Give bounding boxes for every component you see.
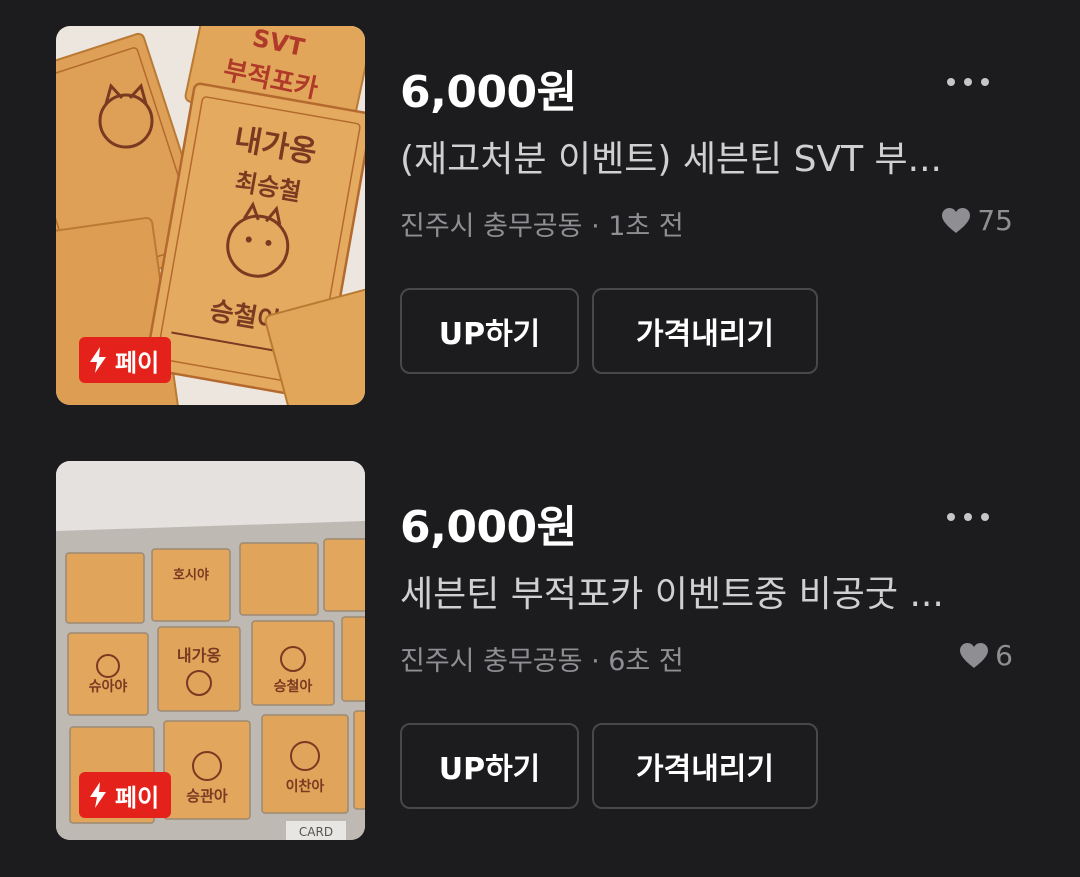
- product-thumbnail[interactable]: SVT 부적포카 내가옹 최승철 승철아 페이: [56, 26, 365, 405]
- pay-badge-label: 페이: [115, 783, 160, 812]
- thumb-text: 승철아: [274, 678, 313, 695]
- product-meta: 진주시 충무공동 · 6초 전: [400, 639, 684, 678]
- likes-count: 75: [941, 204, 1013, 237]
- more-dots-icon: [947, 513, 955, 521]
- more-dots-icon: [981, 513, 989, 521]
- lightning-bolt-icon: [90, 782, 106, 808]
- thumb-text: 내가옹: [177, 646, 221, 665]
- meta-separator: ·: [591, 211, 600, 242]
- more-options-button[interactable]: [936, 70, 1000, 94]
- meta-separator: ·: [591, 646, 600, 677]
- pay-badge-label: 페이: [115, 348, 160, 377]
- thumb-text: 승관아: [186, 787, 228, 805]
- thumb-text: 슈아야: [89, 678, 128, 695]
- thumb-text: 이찬아: [286, 778, 325, 795]
- likes-count: 6: [959, 639, 1013, 672]
- heart-icon: [942, 208, 971, 233]
- thumb-text: 호시야: [173, 567, 209, 583]
- pay-badge: 페이: [79, 337, 172, 383]
- more-options-button[interactable]: [936, 505, 1000, 529]
- product-listing[interactable]: 호시야 내가옹 승철아 슈아야 승관아 이찬아 CARD 페이 6,000원 세…: [0, 461, 1080, 841]
- product-location: 진주시 충무공동: [400, 646, 583, 677]
- product-title[interactable]: 세븐틴 부적포카 이벤트중 비공굿 ...: [400, 565, 1000, 617]
- likes-value: 75: [977, 204, 1013, 237]
- product-time: 1초 전: [608, 211, 684, 242]
- product-price: 6,000원: [400, 502, 577, 553]
- product-price: 6,000원: [400, 67, 577, 118]
- more-dots-icon: [981, 78, 989, 86]
- price-down-button[interactable]: 가격내리기: [592, 288, 818, 374]
- heart-icon: [960, 643, 989, 668]
- product-meta: 진주시 충무공동 · 1초 전: [400, 204, 684, 243]
- product-thumbnail[interactable]: 호시야 내가옹 승철아 슈아야 승관아 이찬아 CARD 페이: [56, 461, 365, 840]
- likes-value: 6: [995, 639, 1013, 672]
- thumb-text: CARD: [299, 825, 333, 839]
- lightning-bolt-icon: [90, 347, 106, 373]
- product-time: 6초 전: [608, 646, 684, 677]
- up-button[interactable]: UP하기: [400, 723, 579, 809]
- price-down-button[interactable]: 가격내리기: [592, 723, 818, 809]
- pay-badge: 페이: [79, 772, 172, 818]
- up-button[interactable]: UP하기: [400, 288, 579, 374]
- product-title[interactable]: (재고처분 이벤트) 세븐틴 SVT 부...: [400, 130, 1000, 182]
- more-dots-icon: [947, 78, 955, 86]
- more-dots-icon: [964, 513, 972, 521]
- more-dots-icon: [964, 78, 972, 86]
- product-location: 진주시 충무공동: [400, 211, 583, 242]
- product-listing[interactable]: SVT 부적포카 내가옹 최승철 승철아 페이 6,000원 (재고처분 이벤트…: [0, 26, 1080, 406]
